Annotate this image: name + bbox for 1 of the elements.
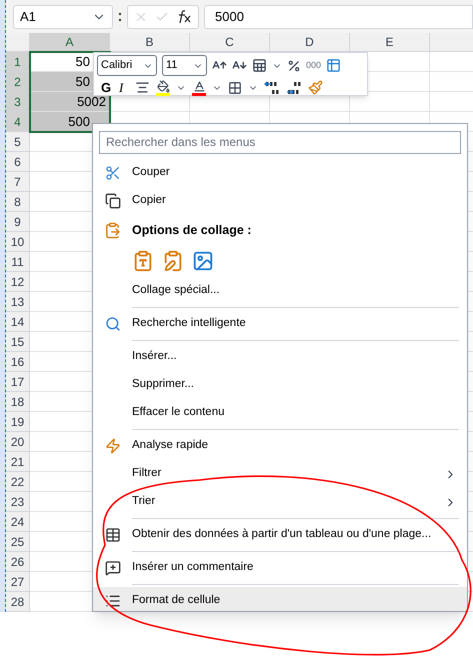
menu-heading: Options de collage : xyxy=(132,222,252,239)
